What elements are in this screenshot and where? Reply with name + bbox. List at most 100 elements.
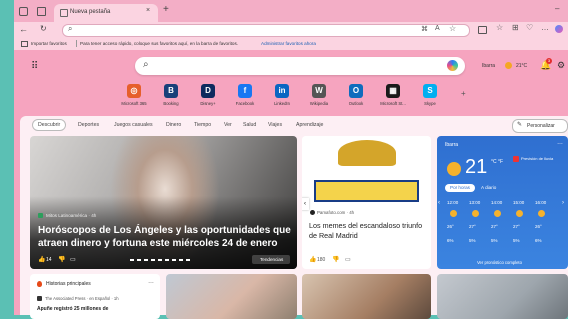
notification-badge: 3 (546, 58, 552, 64)
forecast-rain: 5% (513, 238, 520, 243)
new-tab-button[interactable]: + (163, 4, 169, 15)
grid-icon[interactable]: ⌘ (421, 25, 428, 33)
read-aloud-icon[interactable]: A (435, 25, 440, 32)
top-stories-title: Historias principales (46, 281, 91, 287)
search-icon: ⌕ (143, 59, 149, 70)
feed-tab[interactable]: Juegos casuales (114, 122, 153, 128)
weather-location[interactable]: Ibarra (482, 63, 495, 69)
quick-link-icon: O (349, 84, 363, 98)
feed-tab[interactable]: Viajes (268, 122, 282, 128)
feed-tab[interactable]: Descubrir (32, 119, 67, 131)
quick-link-label: Booking (163, 101, 179, 106)
forecast-rain: 5% (469, 238, 476, 243)
favorites-icon[interactable]: ☆ (496, 23, 503, 32)
personalize-button[interactable]: ✎ Personalizar (512, 119, 568, 133)
forecast-hour: 12:00 (447, 200, 459, 205)
settings-more-icon[interactable]: … (541, 23, 549, 32)
feed-tab[interactable]: Dinero (166, 122, 181, 128)
workspaces-icon[interactable] (19, 7, 28, 16)
back-icon[interactable]: ← (19, 24, 28, 34)
dislike-icon[interactable]: 👎 (58, 256, 65, 263)
weather-city[interactable]: Ibarra (445, 142, 458, 148)
feed-tab[interactable]: Deportes (78, 122, 99, 128)
split-screen-icon[interactable] (478, 26, 487, 34)
favorite-star-icon[interactable]: ☆ (449, 24, 456, 33)
quick-link[interactable]: f Facebook (225, 84, 265, 106)
bottom-headline[interactable]: Apuñe regístró 25 millones de (37, 306, 108, 312)
trending-chip[interactable]: Tendencias (252, 255, 290, 264)
sun-icon (450, 210, 457, 217)
manage-favorites-link[interactable]: Administrar favoritos ahora (261, 41, 316, 46)
weather-units[interactable]: °C °F (491, 159, 503, 165)
app-launcher-icon[interactable]: ⠿ (31, 61, 38, 72)
quick-link[interactable]: S Skype (410, 84, 450, 106)
story-card-image[interactable] (166, 274, 297, 319)
top-stories-card[interactable]: Historias principales … The Associated P… (30, 274, 160, 319)
more-options-icon[interactable]: … (557, 140, 563, 146)
quick-link-label: Microsoft 365 (121, 101, 147, 106)
sun-icon (538, 210, 545, 217)
quick-link[interactable]: B Booking (151, 84, 191, 106)
trending-label: Tendencias (260, 257, 284, 262)
refresh-icon[interactable]: ↻ (40, 24, 47, 33)
story-card-image[interactable] (302, 274, 431, 319)
add-quick-link-button[interactable]: + (461, 89, 466, 98)
quick-link-icon: ▦ (386, 84, 400, 98)
feed-tab[interactable]: Salud (243, 122, 256, 128)
tab-actions-icon[interactable] (37, 7, 46, 16)
comment-icon[interactable]: ▭ (70, 256, 76, 263)
minimize-icon[interactable]: – (555, 4, 559, 13)
web-search-box[interactable]: ⌕ (135, 57, 465, 75)
browser-essentials-icon[interactable]: ♡ (526, 23, 533, 32)
quick-link[interactable]: ◎ Microsoft 365 (114, 84, 154, 106)
quick-link[interactable]: in LinkedIn (262, 84, 302, 106)
forecast-temp: 27° (491, 224, 498, 229)
weather-alert[interactable]: Previsión de lluvia (521, 156, 565, 162)
feed-tab[interactable]: Ver (224, 122, 232, 128)
quick-link-label: Outlook (348, 101, 364, 106)
weather-card[interactable]: Ibarra … 21 °C °F Previsión de lluvia Po… (437, 136, 568, 269)
page-settings-icon[interactable]: ⚙ (557, 60, 565, 71)
header-temp[interactable]: 21°C (516, 63, 527, 69)
pencil-icon: ✎ (517, 122, 523, 128)
collections-icon[interactable]: ⊞ (512, 23, 519, 32)
like-icon[interactable]: 👍 (38, 256, 45, 263)
dislike-icon[interactable]: 👎 (332, 256, 339, 263)
story-card[interactable]: ‹ Pamafoto.com · 4h Los memes del escand… (302, 136, 431, 269)
feed-tab[interactable]: Tiempo (194, 122, 211, 128)
copilot-search-icon[interactable] (447, 60, 458, 71)
like-icon[interactable]: 👍 (309, 256, 316, 263)
forecast-temp: 27° (469, 224, 476, 229)
quick-link[interactable]: O Outlook (336, 84, 376, 106)
comment-icon[interactable]: ▭ (345, 256, 351, 263)
carousel-dots[interactable] (130, 259, 190, 261)
bottom-source: The Associated Press · en Español · 1h (45, 296, 119, 301)
full-forecast-link[interactable]: Ver pronóstico completo (477, 260, 522, 265)
address-bar[interactable]: ⌕ ⌘ A ☆ (62, 24, 470, 37)
story-title[interactable]: Los memes del escandaloso triunfo de Rea… (309, 221, 427, 241)
quick-link-label: Disney+ (200, 101, 216, 106)
close-tab-icon[interactable]: × (146, 7, 150, 14)
chevron-left-icon[interactable]: ‹ (438, 200, 440, 206)
chevron-left-icon[interactable]: ‹ (302, 198, 309, 210)
quick-link[interactable]: D Disney+ (188, 84, 228, 106)
quick-link-icon: D (201, 84, 215, 98)
copilot-icon[interactable] (555, 25, 563, 33)
story-image (302, 136, 431, 202)
quick-link-label: Facebook (235, 101, 255, 106)
import-favorites-link[interactable]: Importar favoritos (31, 41, 67, 46)
quick-link-label: LinkedIn (274, 101, 290, 106)
personalize-label: Personalizar (527, 123, 555, 129)
feed-tab[interactable]: Aprendizaje (296, 122, 323, 128)
more-options-icon[interactable]: … (148, 279, 154, 285)
tab-new-tab[interactable]: Nueva pestaña × (54, 4, 158, 22)
hero-story-card[interactable]: Mitos Latinoamérica · 4h Horóscopos de L… (30, 136, 297, 269)
tab-daily[interactable]: A diario (481, 185, 496, 190)
tab-hourly[interactable]: Por horas (445, 184, 475, 192)
chevron-right-icon[interactable]: › (562, 200, 564, 206)
quick-link-label: Microsoft St... (380, 101, 406, 106)
quick-link[interactable]: W Wikipedia (299, 84, 339, 106)
story-card-image[interactable] (437, 274, 568, 319)
hero-title[interactable]: Horóscopos de Los Ángeles y las oportuni… (38, 224, 296, 250)
quick-link[interactable]: ▦ Microsoft St... (373, 84, 413, 106)
